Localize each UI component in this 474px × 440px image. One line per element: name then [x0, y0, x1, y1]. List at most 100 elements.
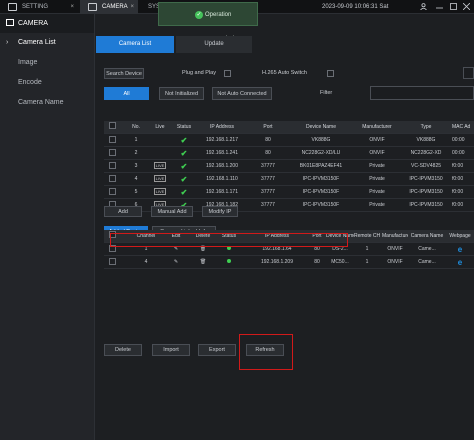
filter-not-initialized-button[interactable]: Not Initialized: [159, 87, 204, 100]
column-header: Manufacturer: [382, 233, 408, 239]
cell-remote: 1: [365, 259, 369, 265]
tab-setting-label: SETTING: [22, 4, 49, 10]
cell-mac: f0:00: [452, 176, 464, 182]
status-ok-icon: ✔: [180, 175, 188, 184]
browser-icon[interactable]: e: [446, 256, 474, 269]
column-header: Live: [155, 124, 165, 130]
table-row[interactable]: 4 LIVE ✔ 192.168.1.110 37777 IPC-IPVM3150F Pri…: [104, 173, 474, 186]
status-ok-icon: ✔: [180, 136, 188, 145]
cell-type: IPC-IPVM3150: [409, 202, 443, 208]
column-header: Device Name: [305, 124, 336, 130]
live-badge[interactable]: LIVE: [153, 162, 167, 169]
cell-no: 5: [134, 189, 138, 195]
table-row[interactable]: 1 ✔ 192.168.1.217 80 VK888G ONVIF VK888G 00:00: [104, 134, 474, 147]
cell-port: 37777: [261, 163, 275, 169]
cell-mac: f0:00: [452, 202, 464, 208]
sidebar-item-image[interactable]: Image: [0, 53, 94, 73]
cell-name: IPC-IPVM3150F: [302, 189, 340, 195]
sidebar-item-camera-name[interactable]: Camera Name: [0, 93, 94, 113]
column-header: Type: [420, 124, 432, 130]
tab-camera-list[interactable]: Camera List: [96, 36, 174, 53]
cell-mac: 00:00: [452, 137, 465, 143]
table-row[interactable]: 5 LIVE ✔ 192.168.1.171 37777 IPC-IPVM3150F Pri…: [104, 186, 474, 199]
column-header: Manufacturer: [362, 124, 392, 130]
export-button[interactable]: Export: [198, 344, 236, 356]
sidebar-item-camera-list[interactable]: › Camera List: [0, 33, 94, 53]
select-all-checkbox[interactable]: [108, 122, 116, 129]
cell-type: VC-SDV4825: [410, 163, 441, 169]
h265-auto-switch-checkbox[interactable]: [327, 70, 334, 77]
trash-icon[interactable]: 🗑: [192, 256, 214, 269]
cell-mfr: ONVIF: [369, 150, 385, 156]
manual-add-button[interactable]: Manual Add: [151, 206, 193, 217]
tab-setting[interactable]: SETTING ×: [0, 0, 78, 14]
tab-update[interactable]: Update: [176, 36, 252, 53]
cell-port: 37777: [261, 202, 275, 208]
column-header: IP Address: [209, 124, 235, 130]
cell-no: 2: [134, 150, 138, 156]
sidebar-item-encode[interactable]: Encode: [0, 73, 94, 93]
search-device-button[interactable]: Search Device: [104, 68, 144, 79]
column-header: Status: [176, 124, 192, 130]
cell-live: LIVE: [150, 160, 170, 173]
h265-auto-switch-label: H.265 Auto Switch: [262, 70, 307, 76]
column-header: Remote CH: [354, 233, 380, 239]
close-icon[interactable]: ×: [130, 0, 134, 14]
sidebar-item-label: Image: [18, 59, 38, 66]
tab-system[interactable]: SYS: [140, 0, 160, 14]
cell-cam: Came...: [418, 246, 436, 252]
highlight-box-added-row: [110, 233, 348, 247]
sidebar-item-label: Camera List: [18, 39, 56, 46]
live-badge[interactable]: LIVE: [153, 188, 167, 195]
browser-icon[interactable]: e: [446, 243, 474, 256]
plug-and-play-checkbox[interactable]: [224, 70, 231, 77]
row-checkbox[interactable]: [108, 149, 116, 156]
live-badge[interactable]: LIVE: [153, 175, 167, 182]
modify-ip-button[interactable]: Modify IP: [202, 206, 238, 217]
status-ok-icon: ✔: [180, 162, 188, 171]
cell-remote: 1: [365, 246, 369, 252]
filter-input[interactable]: [370, 86, 474, 100]
row-checkbox[interactable]: [108, 258, 116, 265]
delete-button[interactable]: Delete: [104, 344, 142, 356]
cell-type: IPC-IPVM3150: [409, 189, 443, 195]
plug-and-play-label: Plug and Play: [182, 70, 216, 76]
close-window-icon[interactable]: [462, 2, 471, 11]
main-panel: Camera List Update Search Device Plug an…: [96, 14, 474, 440]
sidebar-item-label: Encode: [18, 79, 42, 86]
table-row[interactable]: 3 LIVE ✔ 192.168.1.200 37777 BK01E8PAZ4EF41 Pr…: [104, 160, 474, 173]
cell-channel: 4: [144, 259, 148, 265]
field-edge[interactable]: [463, 67, 474, 79]
row-checkbox[interactable]: [108, 136, 116, 143]
user-icon[interactable]: [420, 3, 427, 11]
table-row[interactable]: 2 ✔ 192.168.1.241 80 NC228G2-XD/LU ONVIF NC228…: [104, 147, 474, 160]
cell-port: 37777: [261, 189, 275, 195]
column-header: Camera Name: [410, 233, 444, 239]
cell-mfr: Private: [369, 163, 385, 169]
cell-mfr: Private: [369, 176, 385, 182]
camera-icon: [6, 19, 14, 26]
row-checkbox[interactable]: [108, 175, 116, 182]
sidebar-header: CAMERA: [0, 14, 94, 33]
status-ok-icon: ✔: [180, 188, 188, 197]
tab-camera[interactable]: CAMERA ×: [80, 0, 138, 14]
sidebar-title: CAMERA: [18, 20, 48, 27]
cell-type: NC228G2-XD: [410, 150, 442, 156]
import-button[interactable]: Import: [152, 344, 190, 356]
cell-mac: f0:00: [452, 163, 464, 169]
row-checkbox[interactable]: [108, 162, 116, 169]
status-ok-icon: ✔: [180, 149, 188, 158]
row-checkbox[interactable]: [108, 188, 116, 195]
close-icon[interactable]: ×: [70, 0, 74, 14]
cell-name: MC50...: [331, 259, 349, 265]
cell-live: LIVE: [150, 173, 170, 186]
column-header: Webpage: [449, 233, 471, 239]
minimize-icon[interactable]: [436, 3, 443, 10]
edit-pencil-icon[interactable]: ✎: [166, 256, 186, 269]
search-result-table: No. Live Status IP Address Port Device N…: [104, 121, 474, 212]
table-row[interactable]: 4 192.168.1.209 80 MC50... 1 ONVIF Came... ✎ 🗑 e: [104, 256, 474, 269]
add-button[interactable]: Add: [104, 206, 142, 217]
filter-not-auto-connected-button[interactable]: Not Auto Connected: [212, 87, 272, 100]
filter-all-button[interactable]: All: [104, 87, 149, 100]
maximize-icon[interactable]: [450, 3, 457, 10]
